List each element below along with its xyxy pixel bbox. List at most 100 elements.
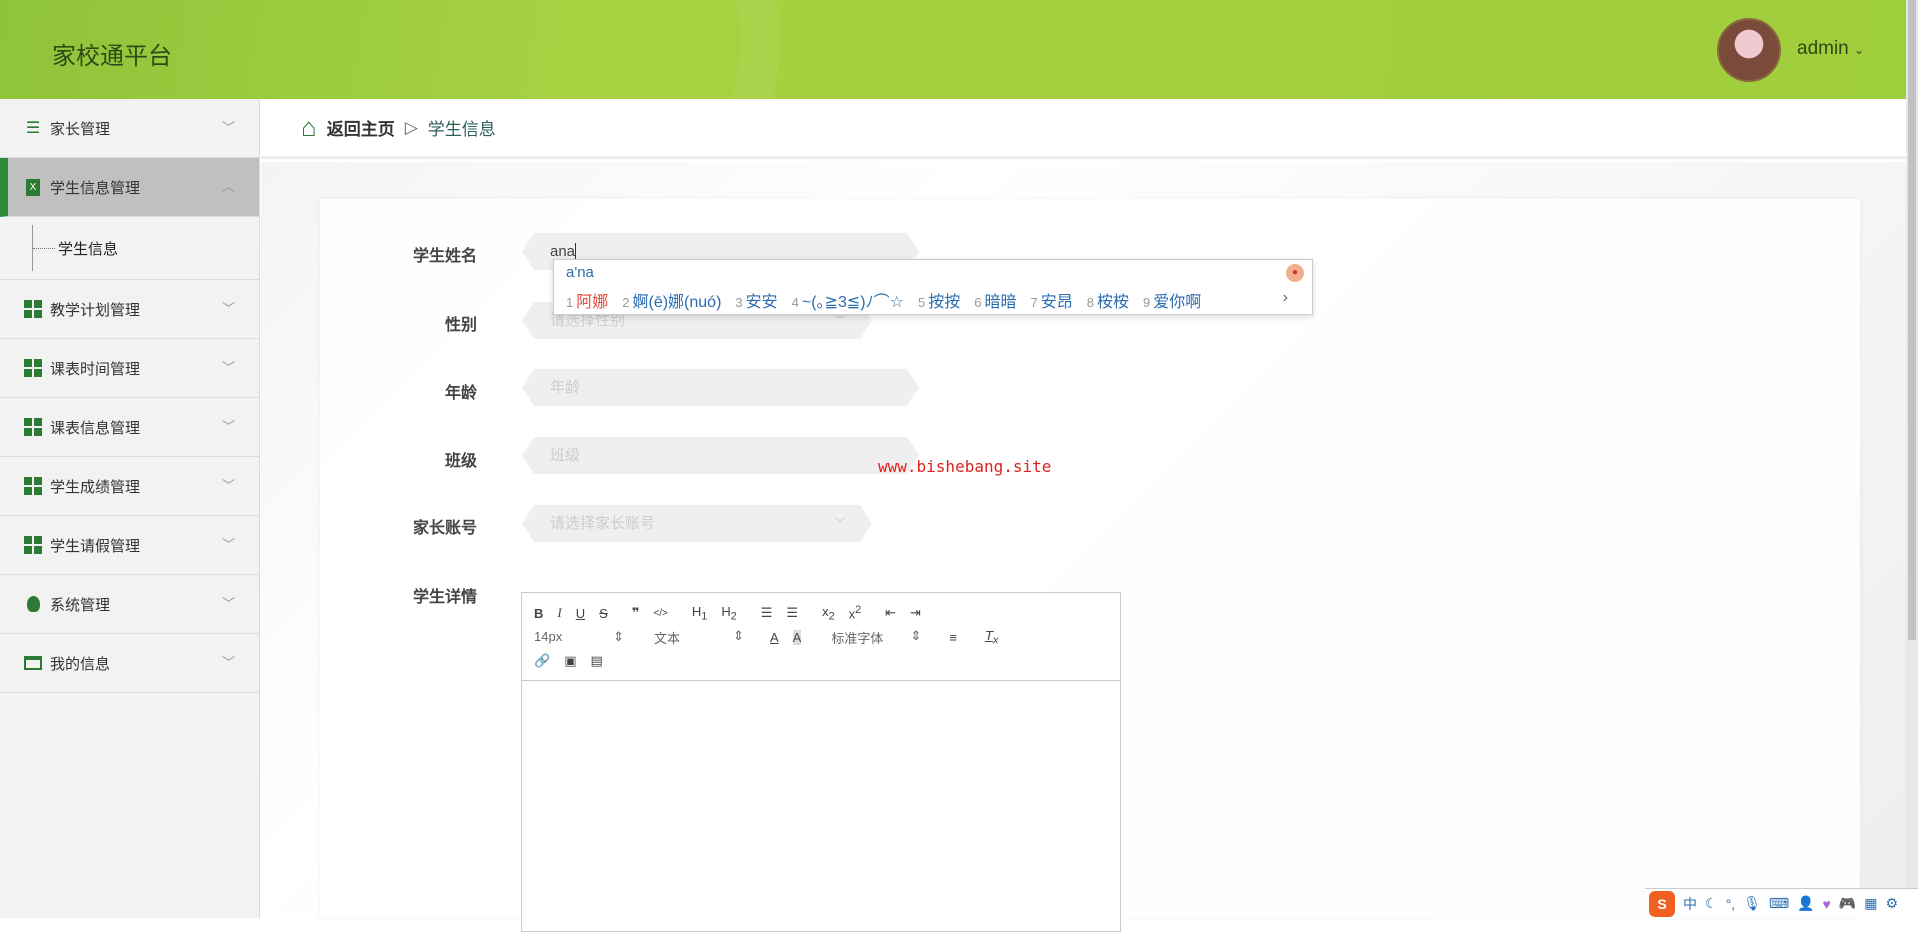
ime-candidate[interactable]: 4 ~(｡≧3≦)ﾉ⌒☆ — [792, 288, 904, 312]
user-menu[interactable]: admin ⌄ — [1797, 38, 1864, 60]
sidebar-item-grades[interactable]: 学生成绩管理 ﹀ — [0, 457, 259, 516]
scrollbar-thumb[interactable] — [1908, 0, 1916, 640]
age-input[interactable]: 年龄 — [522, 369, 919, 406]
ime-candidate[interactable]: 5 按按 — [918, 288, 960, 312]
sidebar-item-teaching-plan[interactable]: 教学计划管理 ﹀ — [0, 280, 259, 339]
font-size-select[interactable]: 14px ⇕ — [534, 629, 624, 645]
page-scrollbar[interactable] — [1906, 0, 1918, 918]
bullet-list-icon[interactable]: ☰ — [786, 605, 798, 621]
settings-icon[interactable]: ⚙ — [1885, 895, 1898, 912]
microphone-icon[interactable]: 🎙 — [1743, 895, 1761, 912]
gender-label: 性别 — [444, 317, 477, 334]
chevron-down-icon: ⌄ — [1854, 43, 1865, 57]
ime-candidate[interactable]: 3 安安 — [735, 288, 777, 312]
sidebar-item-label: 系统管理 — [50, 596, 111, 614]
ordered-list-icon[interactable]: ☰ — [761, 605, 773, 621]
ime-candidate[interactable]: 9 爱你啊 — [1143, 288, 1201, 312]
background-color-icon[interactable]: A — [792, 629, 802, 645]
ime-candidate[interactable]: 1 阿娜 — [566, 288, 608, 312]
grid-icon — [24, 536, 42, 554]
detail-label: 学生详情 — [412, 589, 477, 606]
skin-icon[interactable]: ♥ — [1823, 896, 1831, 912]
clear-format-icon[interactable]: Tx — [985, 628, 998, 647]
grid-icon — [24, 300, 42, 318]
sidebar-item-parents[interactable]: ☰ 家长管理 ﹀ — [0, 99, 259, 158]
home-icon[interactable]: ⌂ — [301, 112, 317, 143]
sidebar-item-schedule-time[interactable]: 课表时间管理 ﹀ — [0, 339, 259, 398]
sidebar-item-label: 课表时间管理 — [50, 360, 141, 378]
user-icon[interactable]: 👤 — [1797, 895, 1814, 912]
outdent-icon[interactable]: ⇤ — [885, 605, 896, 621]
back-home-link[interactable]: 返回主页 — [327, 115, 395, 140]
sidebar-item-label: 课表信息管理 — [50, 419, 141, 437]
parent-account-placeholder: 请选择家长账号 — [550, 515, 656, 532]
italic-icon[interactable]: I — [557, 605, 561, 621]
editor-toolbar: B I U S ❞ </> H1 H2 ☰ ☰ x2 x2 ⇤ ⇥ 14px ⇕ … — [522, 593, 1120, 681]
sidebar-item-system[interactable]: 系统管理 ﹀ — [0, 575, 259, 634]
grid-icon — [24, 359, 42, 377]
ime-candidate[interactable]: 7 安昂 — [1030, 288, 1072, 312]
candidate-word: ~(｡≧3≦)ﾉ⌒☆ — [801, 294, 904, 311]
align-icon[interactable]: ≡ — [949, 630, 957, 645]
sidebar-item-schedule-info[interactable]: 课表信息管理 ﹀ — [0, 398, 259, 457]
parent-account-select[interactable]: 请选择家长账号 ﹀ — [522, 505, 872, 542]
sidebar-item-label: 教学计划管理 — [50, 301, 141, 319]
code-block-icon[interactable]: </> — [653, 608, 667, 619]
class-input[interactable]: 班级 — [522, 437, 919, 474]
chevron-down-icon: ﹀ — [221, 596, 235, 611]
class-label: 班级 — [444, 453, 477, 470]
sidebar-item-label: 学生信息管理 — [50, 179, 141, 197]
link-icon[interactable]: 🔗 — [534, 653, 550, 669]
blockquote-icon[interactable]: ❞ — [632, 605, 640, 621]
updown-icon: ⇕ — [613, 629, 624, 644]
ime-candidate[interactable]: 2 婀(ē)娜(nuó) — [622, 288, 721, 312]
candidate-number: 1 — [566, 295, 574, 310]
punctuation-icon[interactable]: °, — [1726, 896, 1736, 912]
sidebar-item-label: 学生请假管理 — [50, 537, 141, 555]
chevron-down-icon: ﹀ — [221, 478, 235, 493]
moon-icon[interactable]: ☾ — [1705, 895, 1718, 912]
ime-candidate[interactable]: 8 桉桉 — [1087, 288, 1129, 312]
sidebar-subitem-student-info[interactable]: 学生信息 — [0, 217, 259, 280]
indent-icon[interactable]: ⇥ — [910, 605, 921, 621]
candidate-number: 6 — [974, 295, 982, 310]
bold-icon[interactable]: B — [534, 606, 543, 621]
image-icon[interactable]: ▣ — [564, 653, 576, 669]
apps-icon[interactable]: ▦ — [1864, 895, 1877, 912]
editor-content-area[interactable] — [522, 681, 1120, 931]
video-icon[interactable]: ▤ — [590, 653, 602, 669]
ime-logo-icon: ● — [1286, 264, 1304, 282]
subscript-icon[interactable]: x2 — [822, 604, 835, 623]
card-icon — [24, 654, 42, 672]
candidate-number: 8 — [1086, 295, 1094, 310]
keyboard-icon[interactable]: ⌨ — [1769, 895, 1789, 912]
heading1-icon[interactable]: H1 — [692, 604, 707, 623]
candidate-word: 安安 — [745, 294, 778, 311]
candidate-number: 7 — [1030, 295, 1038, 310]
app-title: 家校通平台 — [52, 43, 172, 70]
heading-select[interactable]: 文本 ⇕ — [654, 628, 744, 647]
superscript-icon[interactable]: x2 — [849, 604, 862, 621]
avatar[interactable] — [1717, 18, 1781, 82]
font-family-select[interactable]: 标准字体 ⇕ — [831, 628, 921, 647]
ime-candidate-popup: a'na ● 1 阿娜 2 婀(ē)娜(nuó) 3 安安 4 ~(｡≧3≦)ﾉ⌒☆ 5… — [553, 259, 1313, 315]
ime-pinyin: a'na — [566, 264, 594, 281]
grid-icon — [24, 477, 42, 495]
sidebar-item-leave[interactable]: 学生请假管理 ﹀ — [0, 516, 259, 575]
ime-candidate[interactable]: 6 暗暗 — [974, 288, 1016, 312]
breadcrumb: ⌂ 返回主页 ▷ 学生信息 — [261, 99, 1906, 159]
heading2-icon[interactable]: H2 — [721, 604, 736, 623]
sidebar-item-my-info[interactable]: 我的信息 ﹀ — [0, 634, 259, 693]
breadcrumb-current: 学生信息 — [427, 120, 496, 139]
gamepad-icon[interactable]: 🎮 — [1839, 895, 1856, 912]
underline-icon[interactable]: U — [576, 606, 585, 621]
font-color-icon[interactable]: A — [770, 630, 779, 645]
grid-icon — [24, 418, 42, 436]
ime-mode-toggle[interactable]: 中 — [1683, 894, 1697, 914]
age-label: 年龄 — [444, 385, 477, 402]
sogou-logo-icon[interactable]: S — [1649, 890, 1675, 917]
strikethrough-icon[interactable]: S — [599, 606, 608, 621]
sidebar-item-student-info[interactable]: X 学生信息管理 ︿ — [0, 158, 259, 217]
ime-next-page-icon[interactable]: › — [1283, 289, 1288, 307]
chevron-down-icon: ﹀ — [221, 301, 235, 316]
